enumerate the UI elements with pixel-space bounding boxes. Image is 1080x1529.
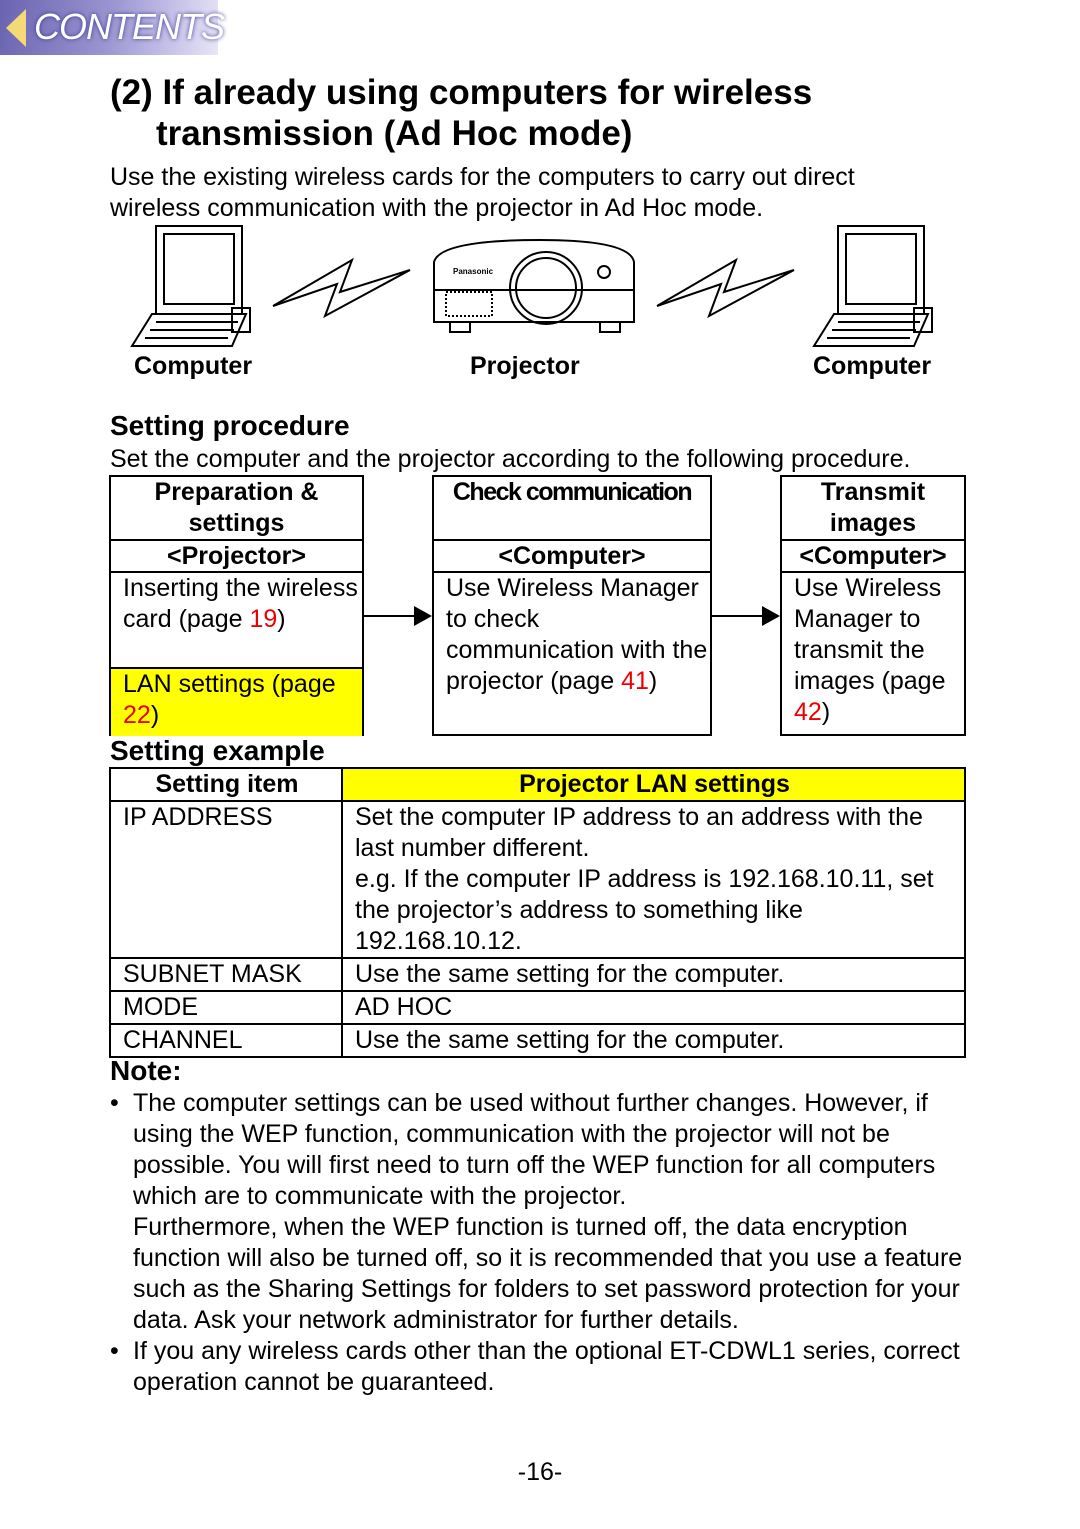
cell: IP ADDRESS (109, 800, 343, 959)
page-number: -16- (517, 1458, 563, 1486)
cell: Use the same setting for the computer. (341, 1023, 966, 1058)
table-row: CHANNEL Use the same setting for the comp… (109, 1023, 966, 1058)
table-row: IP ADDRESS Set the computer IP address to… (109, 800, 966, 959)
title-line2: transmission (Ad Hoc mode) (156, 114, 633, 153)
col-header: Projector LAN settings (341, 767, 966, 802)
cell: MODE (109, 990, 343, 1025)
cell: CHANNEL (109, 1023, 343, 1058)
step-device: <Computer> (782, 541, 964, 573)
step-device: <Projector> (111, 541, 362, 573)
step-item: Inserting the wireless card (page 19) (111, 573, 362, 669)
step-box-transmit: Transmit images <Computer> Use Wireless … (780, 475, 966, 736)
table-header: Setting item Projector LAN settings (109, 767, 966, 802)
col-header: Setting item (109, 767, 343, 802)
laptop-icon-right (812, 225, 933, 347)
page-link[interactable]: 22 (123, 701, 151, 729)
contents-label: CONTENTS (34, 6, 225, 47)
page-link[interactable]: 19 (249, 605, 277, 633)
wireless-signal-icon (272, 257, 411, 319)
step-item-highlighted: LAN settings (page 22) (111, 669, 362, 736)
step-box-preparation: Preparation & settings <Projector> Inser… (109, 475, 364, 736)
note-heading: Note: (110, 1055, 182, 1086)
step-title: Transmit images (782, 477, 964, 541)
step-item: Use Wireless Manager to check communicat… (446, 574, 708, 695)
procedure-text: Set the computer and the projector accor… (110, 445, 911, 473)
computer-label-left: Computer (134, 352, 253, 380)
cell: SUBNET MASK (109, 957, 343, 992)
page-title: (2) If already using computers for wirel… (110, 72, 812, 154)
procedure-heading: Setting procedure (110, 410, 350, 441)
contents-button[interactable]: CONTENTS (0, 0, 225, 55)
step-box-check: Check communication <Computer> Use Wirel… (432, 475, 712, 736)
step-title: Preparation & settings (111, 477, 362, 541)
network-diagram: Panasonic (130, 225, 933, 347)
back-arrow-icon (6, 9, 26, 47)
table-row: SUBNET MASK Use the same setting for the … (109, 957, 966, 992)
settings-table: Setting item Projector LAN settings IP AD… (109, 767, 966, 1058)
laptop-icon (130, 225, 251, 347)
note-list: The computer settings can be used withou… (110, 1088, 980, 1398)
cell: Set the computer IP address to an addres… (341, 800, 966, 959)
computer-label-right: Computer (813, 352, 932, 380)
brand-logo: Panasonic (453, 267, 494, 276)
cell: AD HOC (341, 990, 966, 1025)
page-link[interactable]: 42 (794, 698, 822, 726)
title-line1: (2) If already using computers for wirel… (110, 73, 813, 112)
step-device: <Computer> (434, 541, 710, 573)
wireless-signal-icon-right (656, 257, 795, 319)
list-item: The computer settings can be used withou… (110, 1088, 980, 1336)
manual-page: CONTENTS (2) If already using computers … (0, 0, 1080, 1529)
table-row: MODE AD HOC (109, 990, 966, 1025)
step-title: Check communication (434, 477, 710, 541)
projector-icon (433, 238, 635, 333)
step-item: Use Wireless Manager to transmit the ima… (794, 574, 946, 726)
projector-label: Projector (470, 352, 580, 380)
intro-text: Use the existing wireless cards for the … (110, 163, 855, 222)
arrow-icon (364, 606, 432, 626)
list-item: If you any wireless cards other than the… (110, 1336, 980, 1398)
example-heading: Setting example (110, 735, 325, 766)
arrow-icon (712, 606, 780, 626)
page-link[interactable]: 41 (621, 667, 649, 695)
cell: Use the same setting for the computer. (341, 957, 966, 992)
